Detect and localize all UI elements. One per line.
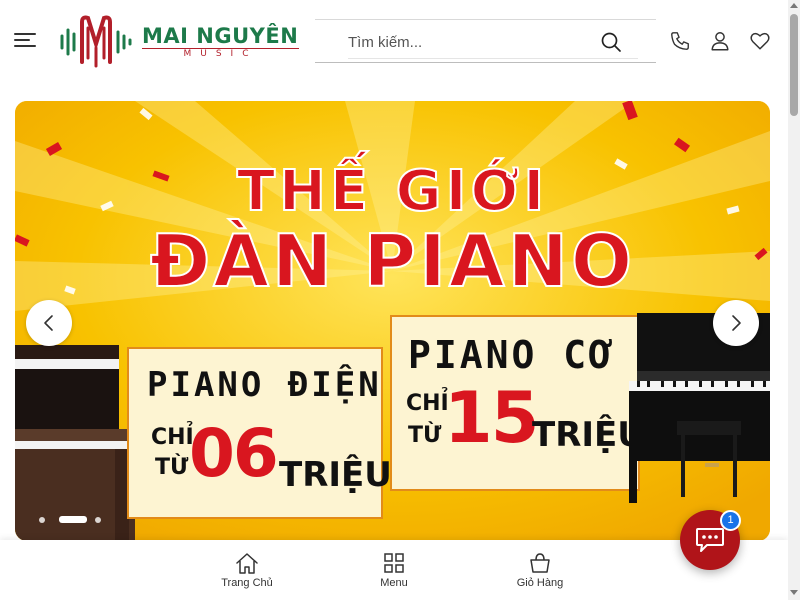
basket-icon bbox=[530, 553, 550, 573]
heart-icon[interactable] bbox=[749, 30, 771, 52]
promo-heading: PIANO CƠ bbox=[408, 333, 616, 377]
slider-dot-active[interactable] bbox=[59, 516, 87, 523]
hero-banner[interactable]: THẾ GIỚI ĐÀN PIANO PIANO ĐIỆN CHỈ TỪ 06 … bbox=[15, 101, 770, 541]
nav-item-menu[interactable]: Menu bbox=[349, 552, 439, 598]
user-icon[interactable] bbox=[709, 30, 731, 52]
logo-name: MAI NGUYÊN bbox=[142, 24, 299, 48]
grid-icon bbox=[384, 553, 404, 573]
chevron-left-icon bbox=[44, 315, 53, 331]
promo-tu: TỪ bbox=[155, 455, 189, 480]
slider-dot[interactable] bbox=[39, 517, 45, 523]
banner-title-line1: THẾ GIỚI bbox=[236, 158, 549, 225]
logo[interactable]: MAI NGUYÊN MUSIC bbox=[58, 14, 303, 68]
scroll-down-icon[interactable] bbox=[790, 590, 798, 595]
promo-digital-piano: PIANO ĐIỆN CHỈ TỪ 06 TRIỆU bbox=[127, 347, 392, 519]
promo-acoustic-piano: PIANO CƠ CHỈ TỪ 15 TRIỆU bbox=[390, 315, 645, 491]
phone-icon[interactable] bbox=[669, 30, 691, 52]
banner-title-line2: ĐÀN PIANO bbox=[149, 218, 636, 304]
promo-tu: TỪ bbox=[408, 423, 442, 448]
search-icon[interactable] bbox=[600, 31, 622, 53]
site-header: MAI NGUYÊN MUSIC bbox=[0, 0, 788, 82]
nav-item-cart[interactable]: Giỏ Hàng bbox=[495, 552, 585, 598]
nav-label-menu: Menu bbox=[380, 577, 408, 589]
slider-next-button[interactable] bbox=[713, 300, 759, 346]
digital-piano-image bbox=[15, 345, 135, 541]
promo-price: 15 bbox=[444, 377, 539, 459]
chat-icon bbox=[696, 528, 724, 552]
promo-price: 06 bbox=[189, 415, 279, 492]
promo-chi: CHỈ bbox=[151, 425, 194, 450]
page-scrollbar[interactable] bbox=[788, 0, 800, 600]
promo-chi: CHỈ bbox=[406, 391, 449, 416]
scroll-up-icon[interactable] bbox=[790, 3, 798, 8]
menu-icon[interactable] bbox=[14, 31, 36, 49]
chat-badge: 1 bbox=[720, 510, 741, 531]
search-underline bbox=[348, 58, 638, 59]
slider-prev-button[interactable] bbox=[26, 300, 72, 346]
promo-heading: PIANO ĐIỆN bbox=[147, 365, 382, 405]
chevron-right-icon bbox=[732, 315, 741, 331]
logo-mark-icon bbox=[60, 15, 132, 68]
nav-label-cart: Giỏ Hàng bbox=[516, 577, 564, 589]
search-input[interactable] bbox=[348, 29, 608, 55]
search-box bbox=[315, 19, 656, 63]
nav-item-home[interactable]: Trang Chủ bbox=[202, 552, 292, 598]
nav-label-home: Trang Chủ bbox=[221, 577, 273, 589]
bottom-nav: Trang Chủ Menu Giỏ Hàng bbox=[0, 540, 788, 600]
promo-unit: TRIỆU bbox=[279, 455, 392, 495]
logo-subtitle: MUSIC bbox=[142, 48, 299, 59]
scroll-thumb[interactable] bbox=[790, 14, 798, 116]
slider-dot[interactable] bbox=[95, 517, 101, 523]
home-icon bbox=[236, 553, 258, 574]
